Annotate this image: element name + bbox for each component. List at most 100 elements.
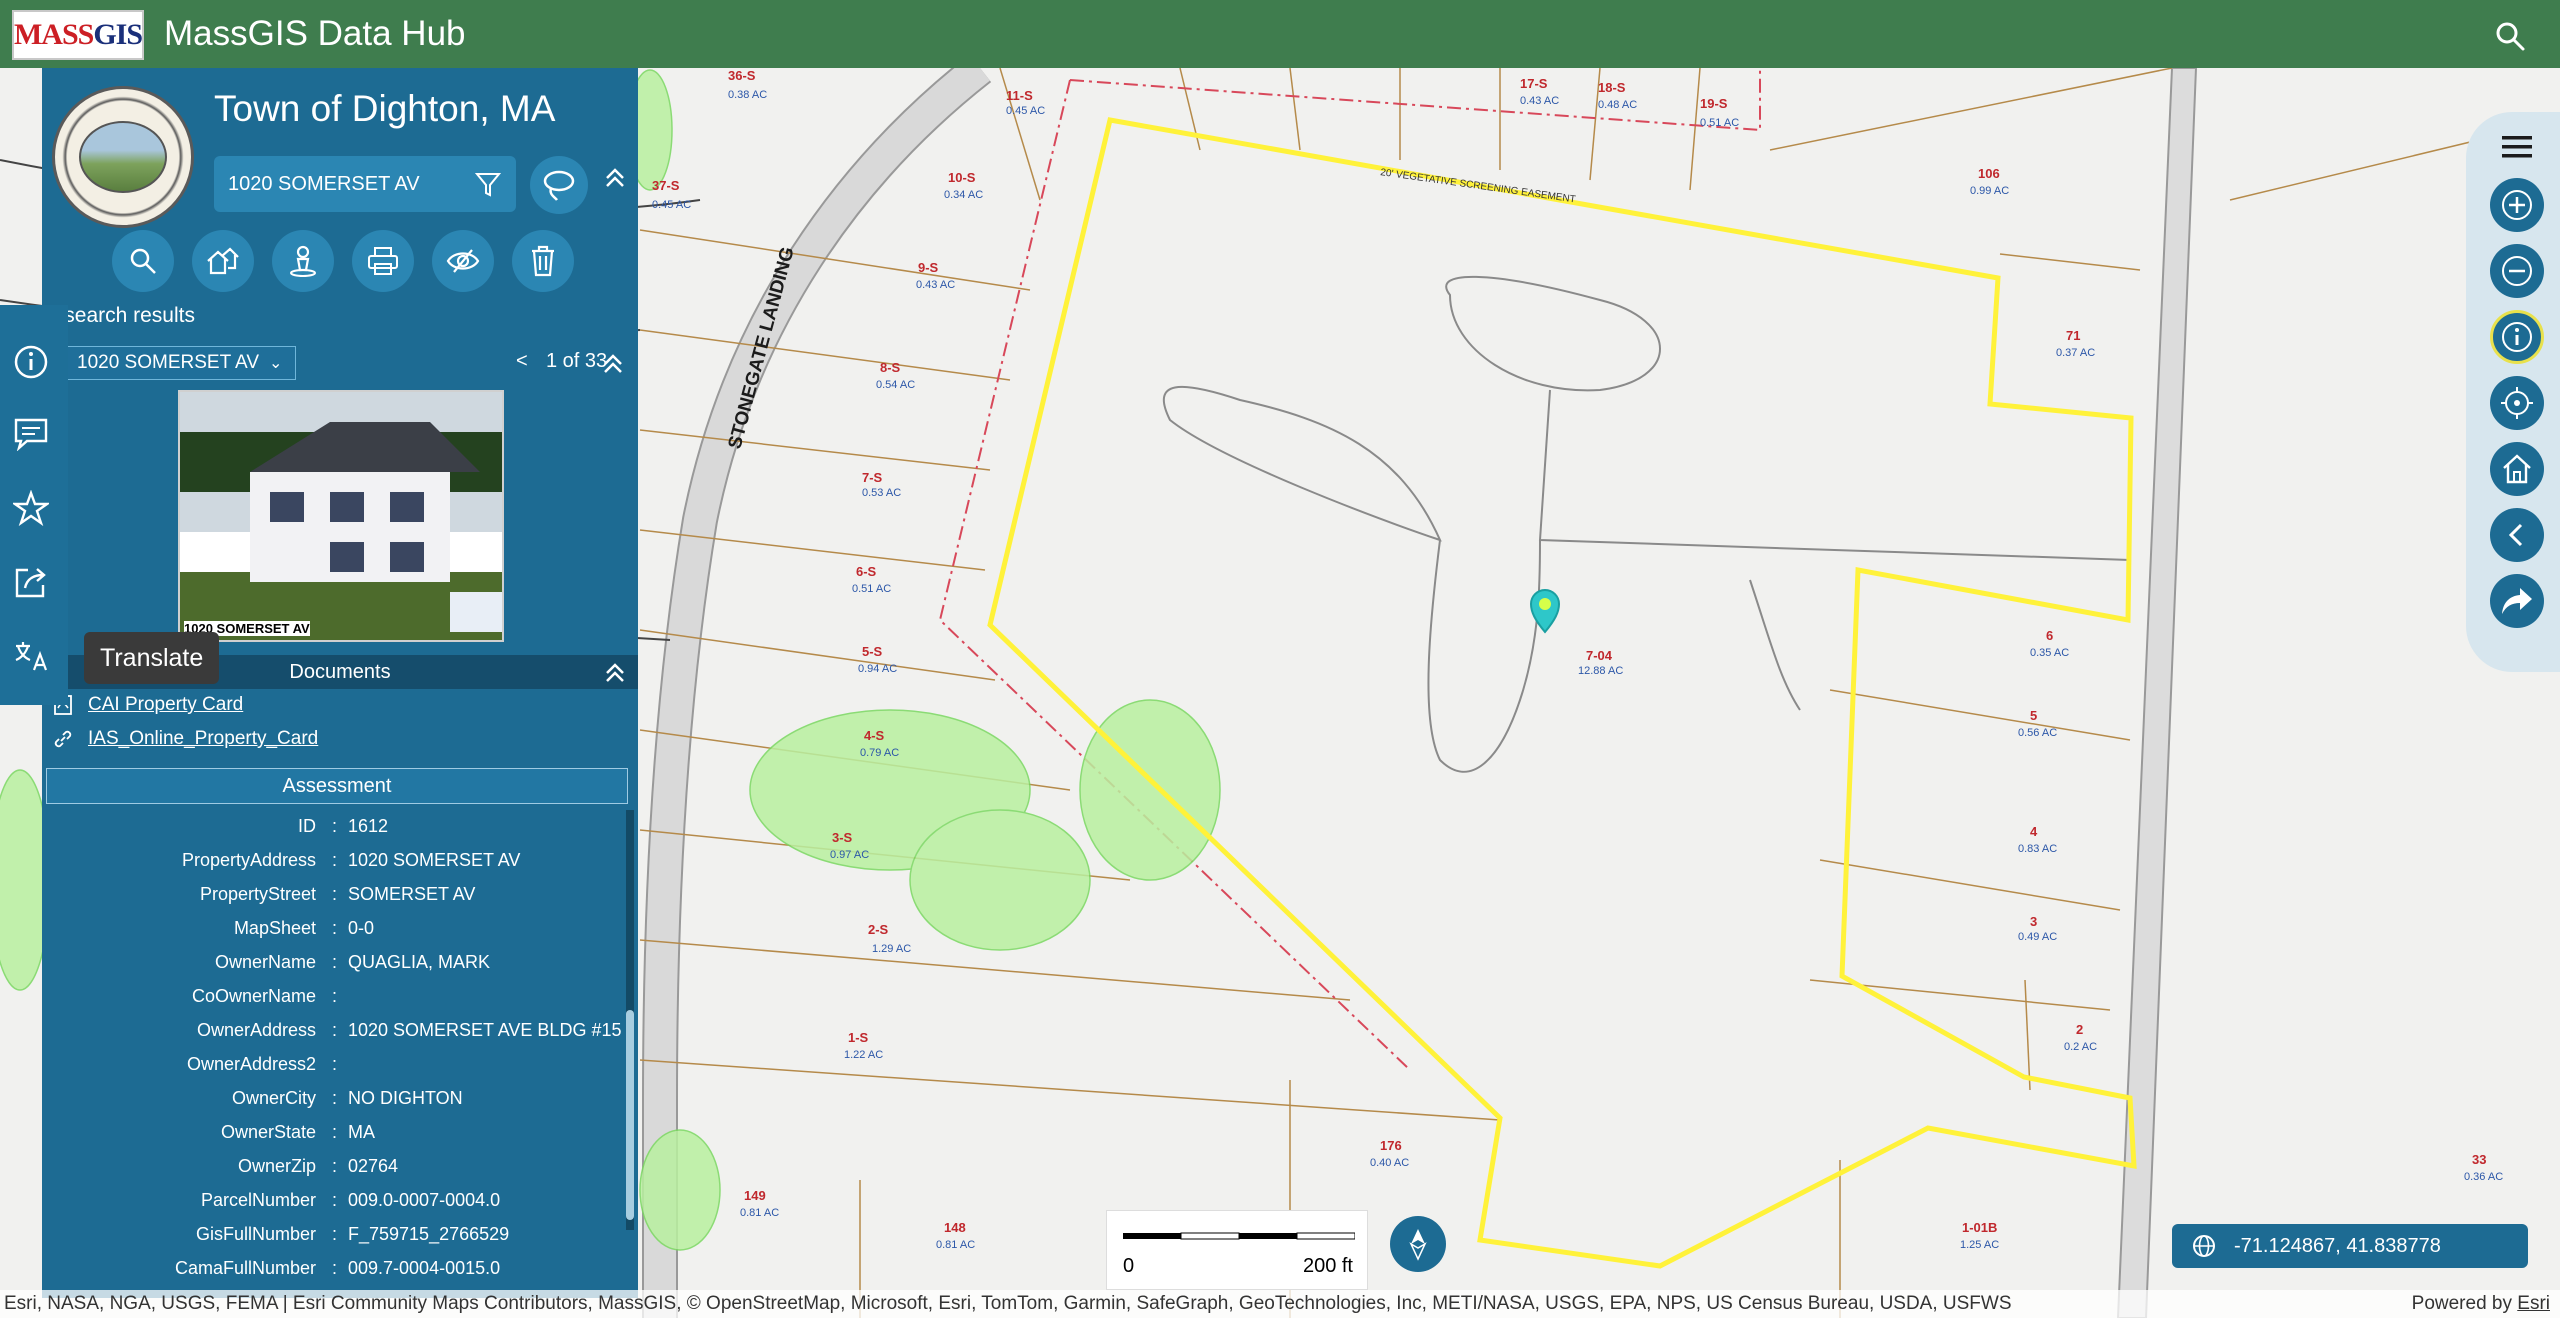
parcel-area: 0.83 AC [2018,843,2057,855]
zoom-out-icon [2502,256,2532,286]
app-window: 36-S 0.38 AC 11-S 0.45 AC 17-S 0.43 AC 18-S… [0,0,2560,1318]
parcel-area: 0.53 AC [862,487,901,499]
parcel-area: 1.25 AC [1960,1239,1999,1251]
rail-share-button[interactable] [10,561,52,603]
attribute-value: NO DIGHTON [348,1088,463,1108]
ias-online-property-card-link[interactable]: IAS_Online_Property_Card [88,728,318,750]
property-tool-button[interactable] [192,230,254,292]
parcel-area: 0.79 AC [860,747,899,759]
parcel-area: 0.51 AC [852,583,891,595]
scale-bar: 0 200 ft [1106,1210,1368,1290]
lasso-icon [543,170,575,201]
trash-icon [532,245,554,277]
parcel-label: 5-S [862,644,883,659]
locate-button[interactable] [2490,376,2544,430]
coordinate-readout[interactable]: -71.124867, 41.838778 [2172,1224,2528,1268]
address-search-input[interactable] [228,169,458,199]
zoom-out-button[interactable] [2490,244,2544,298]
scrollbar-thumb[interactable] [626,1010,634,1220]
compass-button[interactable] [1390,1216,1446,1272]
powered-by-prefix: Powered by [2411,1293,2518,1314]
parcel-label: 1-01B [1962,1220,1997,1235]
locate-icon [2501,387,2533,419]
attribute-separator: : [332,1258,338,1278]
map-widget-rail [2466,112,2560,672]
attribute-separator: : [332,1190,338,1210]
parcel-area: 0.81 AC [936,1239,975,1251]
attribute-key: OwnerZip [237,1156,316,1176]
parcel-label: 5 [2030,708,2037,723]
parcel-label: 36-S [728,68,756,83]
attribute-key: OwnerAddress2 [186,1054,316,1074]
parcel-area: 0.37 AC [2056,347,2095,359]
property-photo[interactable]: 1020 SOMERSET AV [178,390,504,642]
attribute-value: 02764 [348,1156,399,1176]
lasso-select-button[interactable] [530,156,588,214]
search-tool-button[interactable] [112,230,174,292]
parcel-label: 17-S [1520,76,1548,91]
record-navigator: 1020 SOMERSET AV ⌄ < 1 of 33 [66,346,626,380]
print-tool-button[interactable] [352,230,414,292]
attribute-key: ID [298,816,316,836]
parcel-area: 0.43 AC [1520,95,1559,107]
scale-left-label: 0 [1123,1255,1135,1277]
panel-scrollbar[interactable] [626,810,634,1230]
link-icon [54,730,72,748]
address-select[interactable]: 1020 SOMERSET AV ⌄ [66,346,296,380]
attribute-value: 0-0 [348,918,375,938]
identify-button[interactable] [2490,310,2544,364]
attribute-key: MapSheet [233,918,316,938]
app-header: MASSGIS MassGIS Data Hub [0,0,2560,68]
parcel-area: 0.48 AC [1598,99,1637,111]
collapse-up-icon[interactable] [602,164,628,190]
share-map-button[interactable] [2490,574,2544,628]
parcel-label: 2-S [868,922,889,937]
zoom-in-icon [2502,190,2532,220]
menu-button[interactable] [2490,120,2544,174]
collapse-up-icon[interactable] [600,350,626,376]
previous-extent-button[interactable] [2490,508,2544,562]
search-icon[interactable] [2494,20,2526,52]
attribute-separator: : [332,1088,338,1108]
attribute-key: CoOwnerName [191,986,316,1006]
attribute-row: ID:1612 [42,810,628,844]
home-button[interactable] [2490,442,2544,496]
clear-tool-button[interactable] [512,230,574,292]
attribute-value: MA [348,1122,375,1142]
search-icon [130,248,156,274]
attribute-value: 1612 [348,816,389,836]
owner-tool-button[interactable] [272,230,334,292]
info-icon [2502,322,2532,352]
attribute-row: CamaFullNumber:009.7-0004-0015.0 [42,1252,628,1286]
filter-icon[interactable] [474,170,502,198]
comment-icon [14,418,48,451]
globe-icon [2193,1235,2215,1257]
parcel-area: 0.38 AC [728,89,767,101]
cai-property-card-link[interactable]: CAI Property Card [88,694,243,716]
search-results-link[interactable]: <search results [52,304,195,328]
attribute-separator: : [332,952,338,972]
esri-link[interactable]: Esri [2517,1293,2550,1314]
rail-favorites-button[interactable] [10,487,52,529]
previous-record-button[interactable]: < [516,350,528,373]
collapse-up-icon[interactable] [602,659,628,685]
parcel-area: 0.34 AC [944,189,983,201]
rail-comment-button[interactable] [10,413,52,455]
person-pin-icon [290,245,316,277]
massgis-logo[interactable]: MASSGIS [12,10,144,60]
view-tool-button[interactable] [432,230,494,292]
assessment-section-header[interactable]: Assessment [46,768,628,804]
rail-info-button[interactable] [10,341,52,383]
parcel-label: 19-S [1700,96,1728,111]
parcel-label: 1-S [848,1030,869,1045]
attribute-key: CamaFullNumber [174,1258,316,1278]
attribute-value: 1020 SOMERSET AVE BLDG #15 [348,1020,622,1040]
attribute-key: OwnerName [214,952,316,972]
back-icon [2508,523,2523,547]
rail-translate-button[interactable] [10,635,52,677]
house-photo-image [180,392,502,640]
attribute-separator: : [332,986,338,1006]
attribute-separator: : [332,918,338,938]
zoom-in-button[interactable] [2490,178,2544,232]
attribute-value: SOMERSET AV [348,884,476,904]
